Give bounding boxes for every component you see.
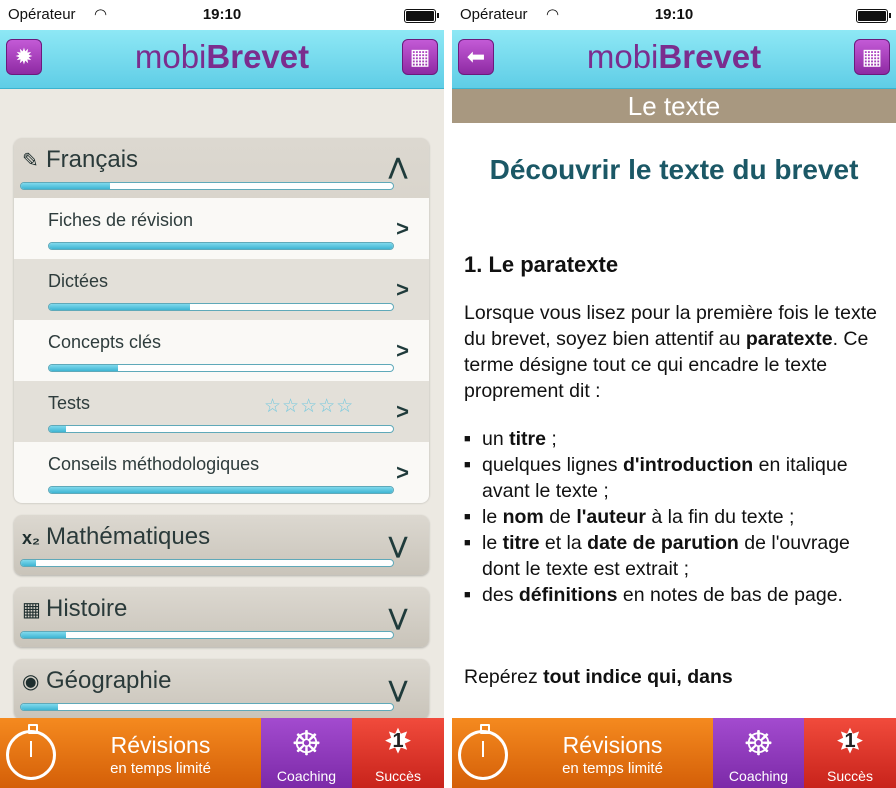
tab-bar: Révisions en temps limité ☸ Coaching ✸ 1… xyxy=(0,718,444,788)
tab-bar: Révisions en temps limité ☸ Coaching ✸ 1… xyxy=(452,718,896,788)
screen-divider xyxy=(444,0,452,788)
rating-stars: ☆☆☆☆☆ xyxy=(264,395,354,418)
progress-bar xyxy=(20,703,394,711)
left-screen: Opérateur ◠ 19:10 ✹ mobiBrevet ▦ ✎França… xyxy=(0,0,444,788)
article-heading: Découvrir le texte du brevet xyxy=(464,154,884,186)
accordion-mathematiques[interactable]: x₂Mathématiques ⋁ xyxy=(14,515,429,575)
chevron-right-icon: > xyxy=(396,277,409,303)
tab-succes[interactable]: ✸ 1 Succès xyxy=(352,718,444,788)
stopwatch-icon xyxy=(458,730,508,780)
globe-icon: ◉ xyxy=(22,669,46,694)
battery-icon xyxy=(404,9,436,23)
chevron-right-icon: > xyxy=(396,460,409,486)
accordion-title: Géographie xyxy=(46,667,171,694)
chevron-up-icon: ⋀ xyxy=(389,154,407,180)
list-item: des définitions en notes de bas de page. xyxy=(464,582,884,608)
right-screen: Opérateur ◠ 19:10 ⬅ mobiBrevet ▦ Le text… xyxy=(452,0,896,788)
chevron-right-icon: > xyxy=(396,216,409,242)
list-item: quelques lignes d'introduction en italiq… xyxy=(464,452,884,504)
tab-revisions[interactable]: Révisions en temps limité xyxy=(452,718,713,788)
tab-coaching[interactable]: ☸ Coaching xyxy=(713,718,804,788)
app-logo: mobiBrevet xyxy=(0,38,444,76)
meditation-icon: ☸ xyxy=(713,724,804,764)
accordion-title: Mathématiques xyxy=(46,523,210,550)
list-item-concepts[interactable]: Concepts clés > xyxy=(14,320,429,381)
pencil-icon: ✎ xyxy=(22,148,46,173)
progress-bar xyxy=(20,182,394,190)
accordion-geographie[interactable]: ◉Géographie ⋁ xyxy=(14,659,429,719)
list-item: un titre ; xyxy=(464,426,884,452)
accordion-histoire[interactable]: ▦Histoire ⋁ xyxy=(14,587,429,647)
math-icon: x₂ xyxy=(22,528,46,549)
calendar-button[interactable]: ▦ xyxy=(402,39,438,75)
list-item: le titre et la date de parution de l'ouv… xyxy=(464,530,884,582)
list-item-fiches[interactable]: Fiches de révision > xyxy=(14,198,429,259)
status-bar: Opérateur ◠ 19:10 xyxy=(0,0,444,30)
chevron-down-icon: ⋁ xyxy=(389,533,407,559)
stopwatch-icon xyxy=(6,730,56,780)
list-item-label: Fiches de révision xyxy=(48,210,193,231)
calendar-icon: ▦ xyxy=(22,597,46,622)
clock-label: 19:10 xyxy=(452,6,896,23)
progress-bar xyxy=(48,486,394,494)
list-item-label: Concepts clés xyxy=(48,332,161,353)
tab-succes[interactable]: ✸ 1 Succès xyxy=(804,718,896,788)
list-item: le nom de l'auteur à la fin du texte ; xyxy=(464,504,884,530)
chevron-down-icon: ⋁ xyxy=(389,677,407,703)
progress-bar xyxy=(20,631,394,639)
progress-bar xyxy=(48,425,394,433)
status-bar: Opérateur ◠ 19:10 xyxy=(452,0,896,30)
chevron-down-icon: ⋁ xyxy=(389,605,407,631)
accordion-header-francais[interactable]: ✎Français ⋀ xyxy=(14,138,429,198)
calendar-button[interactable]: ▦ xyxy=(854,39,890,75)
article-paragraph: Lorsque vous lisez pour la première fois… xyxy=(464,300,884,404)
accordion-title: Histoire xyxy=(46,595,127,622)
succes-count: 1 xyxy=(352,730,444,753)
progress-bar xyxy=(20,559,394,567)
section-header: Le texte xyxy=(452,89,896,123)
list-item-label: Conseils méthodologiques xyxy=(48,454,259,475)
calendar-icon: ▦ xyxy=(410,44,431,69)
progress-bar xyxy=(48,303,394,311)
list-item-dictees[interactable]: Dictées > xyxy=(14,259,429,320)
list-item-tests[interactable]: Tests ☆☆☆☆☆ > xyxy=(14,381,429,442)
chevron-right-icon: > xyxy=(396,338,409,364)
chevron-right-icon: > xyxy=(396,399,409,425)
calendar-icon: ▦ xyxy=(862,44,883,69)
battery-icon xyxy=(856,9,888,23)
tab-revisions[interactable]: Révisions en temps limité xyxy=(0,718,261,788)
app-logo: mobiBrevet xyxy=(452,38,896,76)
succes-count: 1 xyxy=(804,730,896,753)
nav-bar: ✹ mobiBrevet ▦ xyxy=(0,30,444,89)
article-paragraph: Repérez tout indice qui, dans xyxy=(464,664,884,690)
article-content: Découvrir le texte du brevet 1. Le parat… xyxy=(464,124,884,718)
tab-coaching[interactable]: ☸ Coaching xyxy=(261,718,352,788)
list-item-conseils[interactable]: Conseils méthodologiques > xyxy=(14,442,429,503)
article-subheading: 1. Le paratexte xyxy=(464,252,884,278)
meditation-icon: ☸ xyxy=(261,724,352,764)
clock-label: 19:10 xyxy=(0,6,444,23)
list-item-label: Tests xyxy=(48,393,90,414)
article-list: un titre ; quelques lignes d'introductio… xyxy=(464,426,884,608)
list-item-label: Dictées xyxy=(48,271,108,292)
nav-bar: ⬅ mobiBrevet ▦ xyxy=(452,30,896,89)
progress-bar xyxy=(48,242,394,250)
progress-bar xyxy=(48,364,394,372)
accordion-title: Français xyxy=(46,146,138,173)
